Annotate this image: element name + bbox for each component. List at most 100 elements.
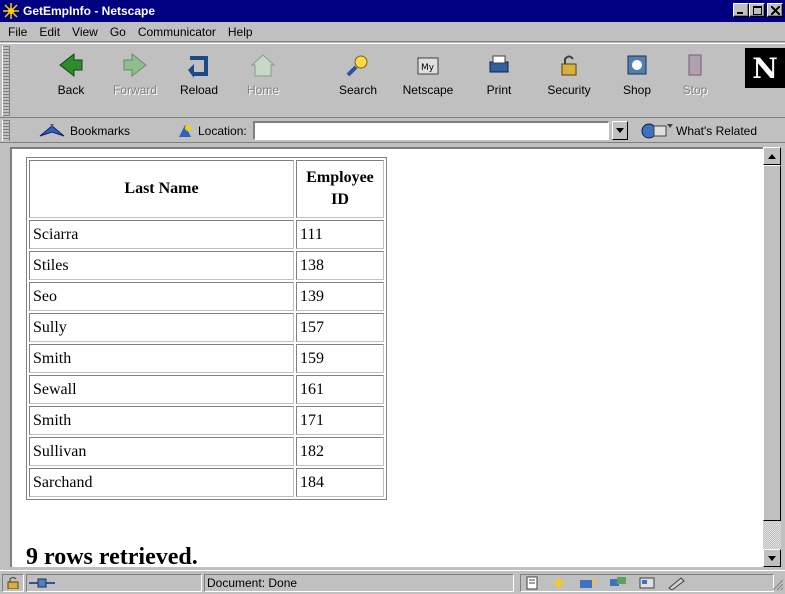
table-row: Sciarra 111	[29, 220, 384, 249]
chevron-down-icon	[616, 128, 624, 133]
cell-last-name: Stiles	[29, 251, 294, 280]
toolbar-grip[interactable]	[2, 46, 10, 116]
location-input[interactable]	[253, 121, 609, 140]
forward-button[interactable]: Forward	[104, 48, 166, 114]
minimize-button[interactable]	[733, 3, 749, 17]
netscape-app-icon	[3, 3, 19, 19]
cell-last-name: Sully	[29, 313, 294, 342]
print-button[interactable]: Print	[468, 48, 530, 114]
menu-help[interactable]: Help	[228, 25, 253, 39]
column-header-last-name: Last Name	[29, 160, 294, 218]
page-proxy-icon	[179, 125, 191, 137]
stop-icon	[688, 54, 702, 76]
resize-grip-icon	[772, 579, 784, 591]
menu-view[interactable]: View	[72, 25, 98, 39]
cell-employee-id: 111	[296, 220, 384, 249]
result-message: 9 rows retrieved.	[26, 544, 198, 567]
location-dropdown-button[interactable]	[612, 121, 628, 140]
my-netscape-icon: My	[417, 57, 439, 75]
table-row: Seo 139	[29, 282, 384, 311]
bookmarks-icon	[39, 124, 65, 137]
maximize-button[interactable]	[749, 3, 765, 17]
netscape-logo[interactable]: N	[745, 48, 785, 88]
home-icon	[250, 54, 276, 77]
locbar-grip[interactable]	[2, 120, 10, 141]
whats-related-button[interactable]: What's Related	[640, 122, 757, 140]
menu-bar: File Edit View Go Communicator Help	[0, 22, 785, 42]
online-status[interactable]	[26, 574, 202, 592]
component-bar	[520, 574, 774, 592]
status-text: Document: Done	[207, 576, 298, 590]
scroll-thumb[interactable]	[763, 165, 781, 521]
connection-plug-icon	[29, 578, 55, 588]
cell-employee-id: 139	[296, 282, 384, 311]
table-row: Sewall 161	[29, 375, 384, 404]
menu-edit[interactable]: Edit	[39, 25, 60, 39]
navigator-icon[interactable]	[525, 576, 539, 590]
table-row: Stiles 138	[29, 251, 384, 280]
status-text-panel: Document: Done	[204, 574, 514, 592]
cell-employee-id: 171	[296, 406, 384, 435]
cell-employee-id: 161	[296, 375, 384, 404]
scroll-up-button[interactable]	[763, 147, 781, 165]
security-button[interactable]: Security	[538, 48, 600, 114]
scroll-down-button[interactable]	[763, 549, 781, 567]
security-status[interactable]	[2, 574, 24, 592]
cell-last-name: Sciarra	[29, 220, 294, 249]
cell-employee-id: 182	[296, 437, 384, 466]
home-button[interactable]: Home	[232, 48, 294, 114]
search-icon	[346, 55, 368, 77]
netscape-star-icon[interactable]	[551, 576, 567, 590]
forward-arrow-icon	[123, 52, 147, 78]
composer-icon[interactable]	[639, 576, 655, 590]
cell-last-name: Seo	[29, 282, 294, 311]
column-header-employee-id: Employee ID	[296, 160, 384, 218]
cell-last-name: Sullivan	[29, 437, 294, 466]
menu-go[interactable]: Go	[110, 25, 126, 39]
resize-grip[interactable]	[771, 576, 784, 591]
arrow-up-icon	[768, 153, 776, 159]
table-row: Sarchand 184	[29, 468, 384, 497]
security-lock-icon	[561, 55, 577, 76]
reload-button[interactable]: Reload	[168, 48, 230, 114]
stop-button[interactable]: Stop	[664, 48, 726, 114]
my-netscape-button[interactable]: My Netscape	[397, 48, 459, 114]
security-lock-icon	[7, 577, 19, 589]
bookmarks-button[interactable]: Bookmarks	[38, 122, 130, 140]
svg-text:My: My	[421, 63, 435, 73]
cell-employee-id: 157	[296, 313, 384, 342]
navigation-toolbar: Back Forward Reload Home Search My Netsc…	[0, 43, 785, 118]
shop-button[interactable]: Shop	[606, 48, 668, 114]
cell-employee-id: 159	[296, 344, 384, 373]
cell-employee-id: 184	[296, 468, 384, 497]
back-arrow-icon	[59, 52, 83, 78]
status-bar: Document: Done	[0, 570, 785, 594]
print-icon	[489, 55, 509, 73]
table-row: Sully 157	[29, 313, 384, 342]
table-row: Smith 171	[29, 406, 384, 435]
vertical-scrollbar[interactable]	[763, 147, 781, 567]
location-label[interactable]: Location:	[176, 122, 247, 140]
close-button[interactable]	[767, 3, 783, 17]
pen-icon[interactable]	[667, 576, 687, 590]
shop-icon	[627, 55, 647, 75]
cell-employee-id: 138	[296, 251, 384, 280]
table-header-row: Last Name Employee ID	[29, 160, 384, 218]
close-icon	[770, 5, 780, 15]
menu-communicator[interactable]: Communicator	[138, 25, 216, 39]
cell-last-name: Smith	[29, 344, 294, 373]
minimize-icon	[737, 12, 743, 14]
menu-file[interactable]: File	[8, 25, 27, 39]
page-content: Last Name Employee ID Sciarra 111 Stiles…	[10, 147, 763, 567]
cell-last-name: Smith	[29, 406, 294, 435]
location-toolbar: Bookmarks Location: What's Related	[0, 118, 785, 143]
cell-last-name: Sarchand	[29, 468, 294, 497]
table-row: Smith 159	[29, 344, 384, 373]
whats-related-icon	[641, 123, 673, 139]
window-title: GetEmpInfo - Netscape	[23, 4, 156, 18]
discussions-icon[interactable]	[609, 576, 627, 590]
title-bar: GetEmpInfo - Netscape	[0, 0, 785, 22]
search-button[interactable]: Search	[327, 48, 389, 114]
mailbox-icon[interactable]	[579, 576, 597, 590]
back-button[interactable]: Back	[40, 48, 102, 114]
